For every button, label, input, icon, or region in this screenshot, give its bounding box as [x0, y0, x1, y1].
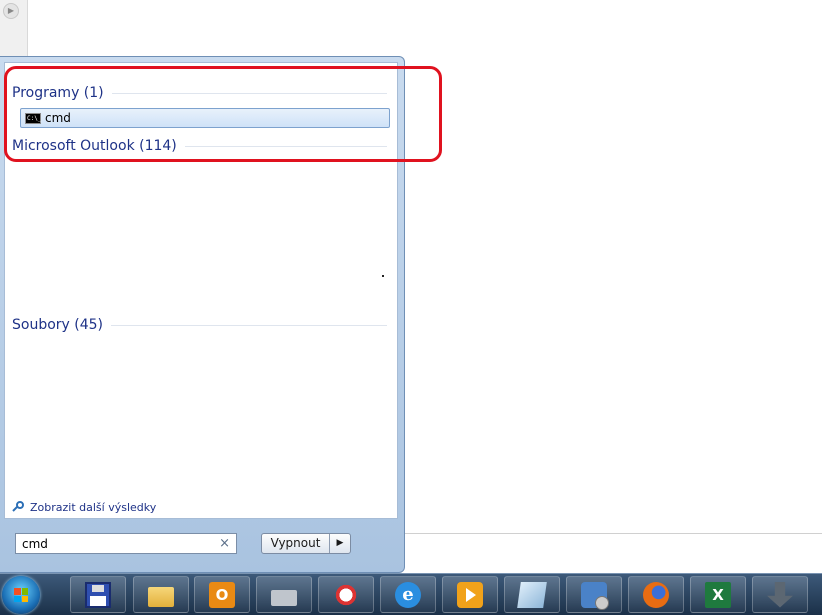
windows-logo-icon — [14, 588, 28, 602]
shutdown-button-group: Vypnout ▶ — [261, 533, 351, 554]
taskbar-item-network[interactable] — [566, 576, 622, 613]
taskbar-item-save[interactable] — [70, 576, 126, 613]
clear-search-icon[interactable]: × — [219, 536, 230, 551]
background-divider — [405, 533, 822, 534]
shutdown-options-arrow-icon[interactable]: ▶ — [330, 534, 350, 553]
taskbar-item-ie[interactable]: e — [380, 576, 436, 613]
file-explorer-icon — [148, 586, 174, 607]
background-window-edge: ▶ — [0, 0, 28, 56]
taskbar-item-download[interactable] — [752, 576, 808, 613]
taskbar-item-snipping[interactable] — [318, 576, 374, 613]
snipping-tool-icon — [333, 581, 359, 608]
taskbar-item-explorer[interactable] — [133, 576, 189, 613]
download-icon — [767, 581, 793, 608]
taskbar-item-printer[interactable] — [256, 576, 312, 613]
printer-icon — [271, 589, 297, 606]
group-divider — [111, 324, 387, 326]
outlook-icon: O — [209, 581, 235, 608]
search-icon — [13, 501, 26, 514]
shutdown-button[interactable]: Vypnout — [262, 534, 330, 553]
taskbar-item-notes[interactable] — [504, 576, 560, 613]
media-center-icon — [457, 581, 483, 608]
network-icon — [581, 581, 609, 610]
internet-explorer-icon: e — [395, 581, 421, 608]
start-search-box[interactable]: × — [15, 533, 237, 554]
red-highlight-annotation — [4, 66, 442, 162]
notes-icon — [517, 581, 547, 608]
taskbar-item-media[interactable] — [442, 576, 498, 613]
see-more-results-link[interactable]: Zobrazit další výsledky — [13, 501, 156, 514]
group-header-files[interactable]: Soubory (45) — [12, 315, 387, 335]
see-more-results-label: Zobrazit další výsledky — [30, 501, 157, 514]
firefox-icon — [643, 581, 669, 608]
taskbar-item-firefox[interactable] — [628, 576, 684, 613]
search-input[interactable] — [22, 536, 220, 551]
group-label-files: Soubory (45) — [12, 317, 104, 333]
stray-dot — [382, 275, 384, 277]
floppy-save-icon — [85, 581, 111, 608]
taskbar-item-outlook[interactable]: O — [194, 576, 250, 613]
taskbar: O e X — [0, 573, 822, 615]
scroll-right-icon[interactable]: ▶ — [3, 3, 19, 19]
taskbar-item-excel[interactable]: X — [690, 576, 746, 613]
excel-icon: X — [705, 581, 731, 608]
start-button[interactable] — [2, 576, 40, 614]
